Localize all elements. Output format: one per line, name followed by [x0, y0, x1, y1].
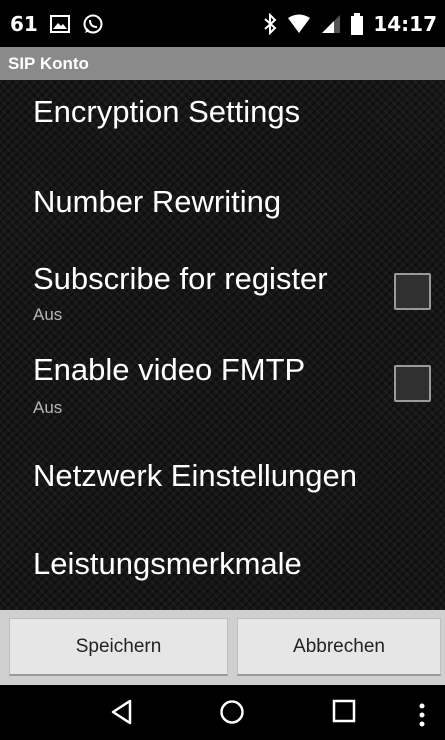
back-icon[interactable] — [110, 699, 134, 730]
battery-icon — [351, 12, 364, 35]
pref-title: Number Rewriting — [33, 184, 282, 219]
notification-count: 61 — [10, 11, 38, 36]
pref-title: Netzwerk Einstellungen — [33, 458, 357, 493]
overflow-menu-icon[interactable] — [418, 703, 426, 732]
enable-video-fmtp-checkbox[interactable] — [394, 365, 431, 402]
wifi-icon — [287, 14, 311, 34]
image-icon — [49, 14, 70, 33]
button-bar: Speichern Abbrechen — [0, 610, 445, 685]
page-title: SIP Konto — [8, 53, 89, 73]
pref-title: Subscribe for register — [33, 261, 328, 296]
pref-summary: Aus — [33, 398, 63, 417]
pref-title: Encryption Settings — [33, 94, 301, 129]
status-time: 14:17 — [373, 11, 437, 36]
pref-title: Leistungsmerkmale — [33, 546, 302, 581]
title-bar: SIP Konto — [0, 47, 445, 80]
status-bar: 61 14:17 — [0, 0, 445, 47]
save-button[interactable]: Speichern — [9, 618, 228, 676]
cancel-button[interactable]: Abbrechen — [237, 618, 441, 676]
whatsapp-icon — [82, 13, 104, 35]
pref-summary: Aus — [33, 305, 63, 324]
navigation-bar — [0, 685, 445, 740]
home-icon[interactable] — [219, 699, 245, 730]
preferences-list: Encryption Settings Number Rewriting Sub… — [0, 80, 445, 610]
pref-title: Enable video FMTP — [33, 352, 306, 387]
signal-icon — [321, 14, 341, 34]
bluetooth-icon — [263, 12, 277, 35]
recents-icon[interactable] — [332, 699, 356, 728]
subscribe-register-checkbox[interactable] — [394, 273, 431, 310]
